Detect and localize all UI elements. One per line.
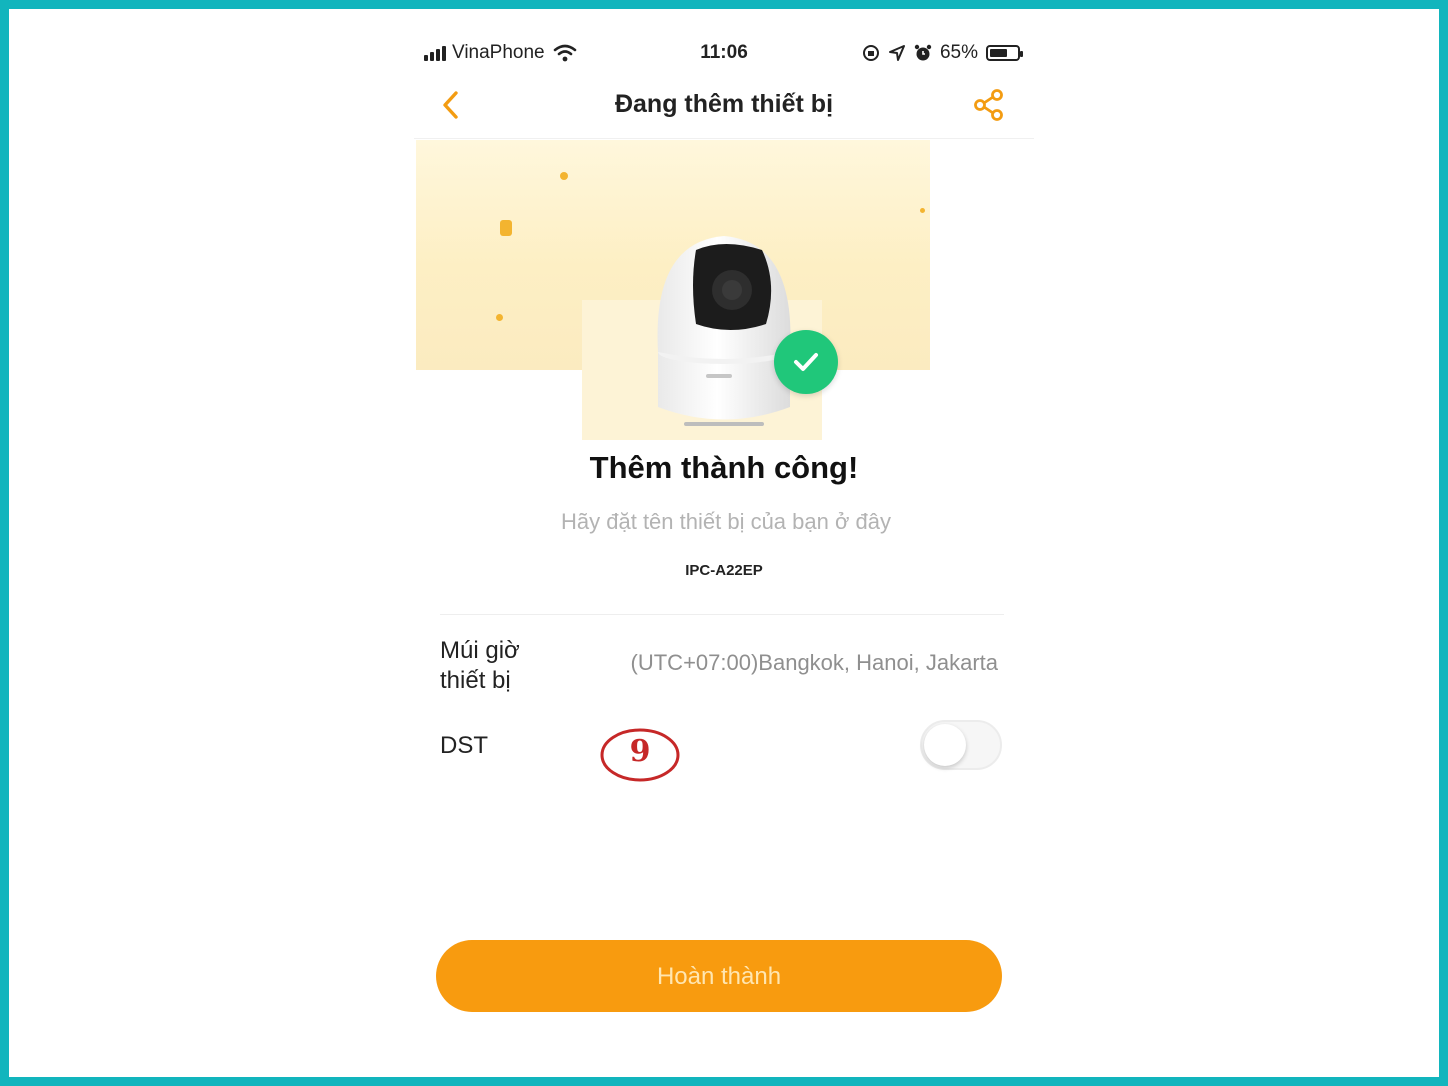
- phone-screen: VinaPhone 11:06 65% Đang thêm thiết bị T…: [414, 30, 1034, 1060]
- nav-bar: Đang thêm thiết bị: [414, 78, 1034, 139]
- alarm-icon: [914, 44, 932, 61]
- dst-toggle[interactable]: [920, 720, 1002, 770]
- camera-image: [657, 236, 791, 426]
- timezone-label: Múi giờ thiết bị: [440, 637, 520, 694]
- toggle-knob: [924, 724, 966, 766]
- step-annotation: 9: [600, 726, 680, 784]
- timezone-value[interactable]: (UTC+07:00)Bangkok, Hanoi, Jakarta: [631, 650, 998, 676]
- divider: [440, 614, 1004, 615]
- sparkle: [920, 208, 925, 213]
- share-icon[interactable]: [972, 88, 1006, 122]
- sparkle: [500, 220, 512, 236]
- page-title: Đang thêm thiết bị: [614, 90, 834, 118]
- rotation-lock-icon: [862, 45, 879, 61]
- device-name-input[interactable]: [474, 504, 978, 540]
- status-bar: VinaPhone 11:06 65%: [414, 30, 1034, 74]
- dst-label: DST: [440, 732, 488, 759]
- success-check-icon: [774, 330, 838, 394]
- battery-percent: 65%: [939, 42, 978, 63]
- done-button[interactable]: Hoàn thành: [436, 940, 1002, 1012]
- device-model: IPC-A22EP: [685, 562, 763, 579]
- sparkle: [496, 314, 503, 321]
- sparkle: [560, 172, 568, 180]
- device-illustration: [414, 140, 1034, 470]
- success-title: Thêm thành công!: [589, 450, 859, 485]
- location-arrow-icon: [888, 45, 905, 61]
- battery-icon: [986, 45, 1023, 61]
- step-number: 9: [629, 734, 651, 769]
